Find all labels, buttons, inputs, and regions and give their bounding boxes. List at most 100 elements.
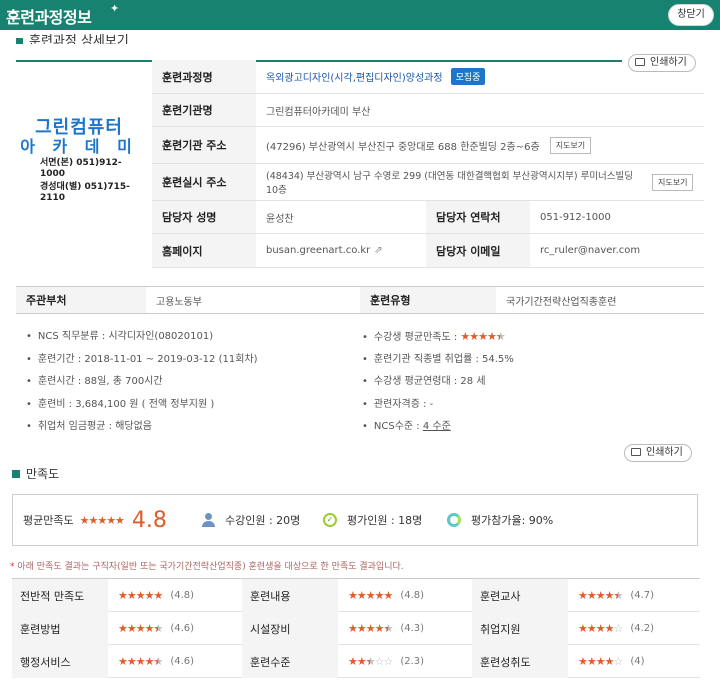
section-heading: 훈련과정 상세보기 [16,30,129,44]
rating-stars: ★★★★★★ [460,330,505,343]
note-text: 아래 만족도 결과는 구직자(일반 또는 국가기간전략산업직종) 훈련생을 대상… [17,562,404,572]
satisfaction-note: * 아래 만족도 결과는 구직자(일반 또는 국가기간전략산업직종) 훈련생을 … [10,559,404,572]
satisfaction-grid: 전반적 만족도 ★★★★★ (4.8) 훈련내용 ★★★★★ (4.8) 훈련교사 ★★★★★… [12,578,700,678]
rating-stars: ★★★★★★ [348,622,393,635]
map-button-site[interactable]: 지도보기 [652,173,694,191]
info-employment: 훈련기관 직종별 취업률 : 54.5% [362,349,514,372]
rating-value: (4.6) [170,623,195,634]
donut-chart-icon [447,513,461,527]
satisfaction-item-rating: ★★★★★★ (4.7) [568,579,702,612]
rating-value: (4.6) [170,656,195,667]
satisfaction-item-label: 훈련교사 [472,579,568,612]
raters-count: 평가인원 : 18명 [347,514,423,527]
ministry-type-row: 주관부처 고용노동부 훈련유형 국가기간전략산업직종훈련 [16,286,704,314]
info-hours: 훈련시간 : 88일, 총 700시간 [26,371,258,394]
ncs-level-link[interactable]: 4 수준 [423,421,451,432]
rating-value: (4.8) [400,590,425,601]
homepage-link[interactable]: busan.greenart.co.kr [266,245,370,256]
satisfaction-item-rating: ★★★★★ (4.8) [338,579,472,612]
satisfaction-item-rating: ★★★★☆ (4) [568,645,702,678]
printer-icon [631,448,641,456]
check-icon: ✓ [323,513,337,527]
rating-stars: ★★★★☆ [578,622,623,635]
satisfaction-item-rating: ★★★★★★ (4.6) [108,645,242,678]
rating-value: (4.3) [400,623,425,634]
satisfaction-item-label: 훈련내용 [242,579,338,612]
institution-row: 훈련기관명 그린컴퓨터아카데미 부산 [152,94,704,127]
satisfaction-row: 훈련방법 ★★★★★★ (4.6) 시설장비 ★★★★★★ (4.3) 취업지원 ★★★★☆ (… [12,612,700,645]
logo-name-line2: 아 카 데 미 [20,137,138,156]
site-address-row: 훈련실시 주소 (48434) 부산광역시 남구 수영로 299 (대연동 대한… [152,164,704,201]
note-asterisk: * [10,562,15,572]
rating-value: (4.2) [630,623,655,634]
avg-score: 4.8 [131,507,167,533]
section-heading-text: 훈련과정 상세보기 [29,34,129,44]
map-button-institution[interactable]: 지도보기 [549,136,592,154]
satisfaction-item-label: 훈련방법 [12,612,108,645]
info-ncs-level: NCS수준 : 4 수준 [362,416,514,439]
rating-stars: ★★★★★★ [578,589,623,602]
info-period: 훈련기간 : 2018-11-01 ~ 2019-03-12 (11회차) [26,349,258,372]
square-bullet-icon [16,38,23,44]
rating-value: (4.7) [630,590,655,601]
satisfaction-row: 전반적 만족도 ★★★★★ (4.8) 훈련내용 ★★★★★ (4.8) 훈련교사 ★★★★★… [12,579,700,612]
course-name-label: 훈련과정명 [152,60,256,93]
rating-stars: ★★★★☆ [578,655,623,668]
manager-label: 담당자 성명 [152,201,256,233]
manager-name: 윤성찬 [266,213,294,225]
avg-label: 평균만족도 [23,514,74,527]
rating-stars: ★★★★★ [348,589,393,602]
info-age: 수강생 평균연령대 : 28 세 [362,371,514,394]
satisfaction-title: 만족도 [12,465,59,482]
satisfaction-item-rating: ★★★★☆ (4.2) [568,612,702,645]
satisfaction-row: 행정서비스★★★★★★(4.6)훈련수준★★★★☆☆(2.3)훈련성취도★★★★… [12,645,700,678]
info-cert: 관련자격증 : - [362,394,514,417]
person-icon [201,513,215,527]
contact-number: 051-912-1000 [540,211,611,223]
satisfaction-item-label: 행정서비스 [12,645,108,678]
rating-stars: ★★★★★★ [118,622,163,635]
rating-stars: ★★★★★ [118,589,163,602]
satisfaction-title-text: 만족도 [26,467,60,481]
print-label-2: 인쇄하기 [646,447,683,458]
ncs-level-label: NCS수준 : [373,421,423,432]
satisfaction-item-label: 시설장비 [242,612,338,645]
satisfaction-item-label: 훈련수준 [242,645,338,678]
status-badge: 모집중 [450,68,486,85]
email-label: 담당자 이메일 [426,234,530,267]
close-window-button[interactable]: 창닫기 [668,4,714,26]
info-rating: 수강생 평균만족도 : ★★★★★★ [362,326,514,349]
rating-stars: ★★★★☆☆ [348,655,393,668]
email-address: rc_ruler@naver.com [540,245,641,256]
info-ncs: NCS 직무분류 : 시각디자인(08020101) [26,326,258,349]
homepage-label: 홈페이지 [152,234,256,267]
homepage-row: 홈페이지 busan.greenart.co.kr ⇗ 담당자 이메일 rc_r… [152,234,704,268]
print-button-2[interactable]: 인쇄하기 [624,444,692,462]
type-value: 국가기간전략산업직종훈련 [506,296,617,308]
rating-stars: ★★★★★★ [118,655,163,668]
satisfaction-item-rating: ★★★★★ (4.8) [108,579,242,612]
page-title: 훈련과정정보 [6,8,92,27]
logo-phone2: 경성대(별) 051)715-2110 [40,182,130,203]
ministry-label: 주관부처 [16,287,146,313]
info-list-right: 수강생 평균만족도 : ★★★★★★ 훈련기관 직종별 취업률 : 54.5% … [362,326,514,439]
enrolled-count: 수강인원 : 20명 [225,514,301,527]
site-address-label: 훈련실시 주소 [152,164,256,200]
rating-value: (4) [630,656,645,667]
square-bullet-icon [12,470,20,478]
institution-logo: 그린컴퓨터 아 카 데 미 서면(본) 051)912-1000 경성대(별) … [20,118,138,204]
info-list-left: NCS 직무분류 : 시각디자인(08020101) 훈련기간 : 2018-1… [26,326,258,439]
inst-address: (47296) 부산광역시 부산진구 중앙대로 688 한준빌딩 2층~6층 [266,141,540,153]
satisfaction-item-label: 훈련성취도 [472,645,568,678]
logo-phone1: 서면(본) 051)912-1000 [40,158,122,179]
type-label: 훈련유형 [360,287,496,313]
rating-value: (4.8) [170,590,195,601]
sparkle-icon: ✦ [110,2,120,15]
satisfaction-item-rating: ★★★★★★ (4.3) [338,612,472,645]
contact-label: 담당자 연락처 [426,201,530,233]
satisfaction-item-rating: ★★★★☆☆ (2.3) [338,645,472,678]
external-link-icon[interactable]: ⇗ [374,245,382,256]
institution-label: 훈련기관명 [152,94,256,126]
avg-stars: ★★★★★ [79,513,125,527]
info-fee: 훈련비 : 3,684,100 원 ( 전액 정부지원 ) [26,394,258,417]
